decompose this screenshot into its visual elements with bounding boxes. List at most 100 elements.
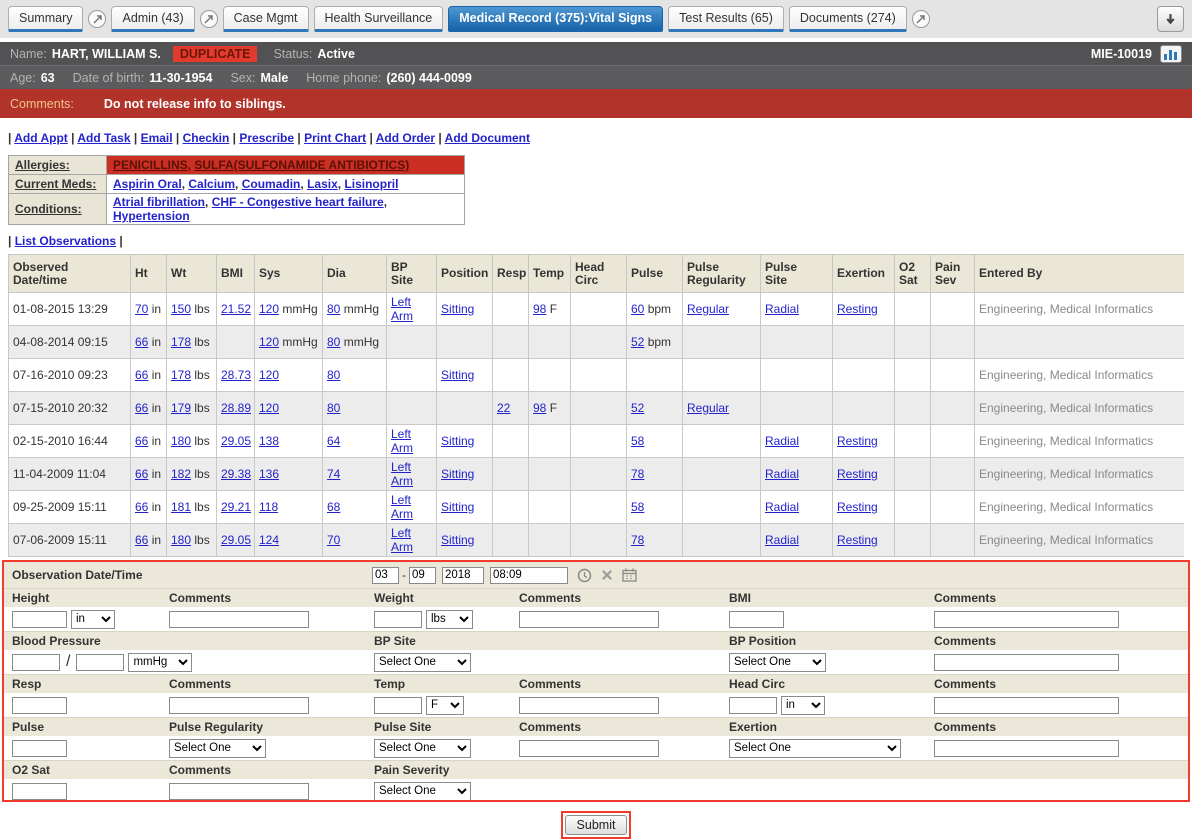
temp-unit-select[interactable]: F xyxy=(426,696,464,715)
submit-button[interactable]: Submit xyxy=(565,815,628,835)
bp-unit-select[interactable]: mmHg xyxy=(128,653,192,672)
height-unit-select[interactable]: in xyxy=(71,610,115,629)
medication-link[interactable]: Calcium xyxy=(188,177,235,191)
obs-value-link[interactable]: 120 xyxy=(259,368,279,382)
head-circ-unit-select[interactable]: in xyxy=(781,696,825,715)
obs-value-link[interactable]: 78 xyxy=(631,467,644,481)
obs-value-link[interactable]: 70 xyxy=(327,533,340,547)
flowsheet-chart-icon[interactable] xyxy=(1160,45,1182,63)
bp-diastolic-input[interactable] xyxy=(76,654,124,671)
exertion-comments-input[interactable] xyxy=(934,740,1119,757)
bmi-input[interactable] xyxy=(729,611,784,628)
exertion-select[interactable]: Select One xyxy=(729,739,901,758)
condition-link[interactable]: CHF - Congestive heart failure xyxy=(212,195,384,209)
popout-icon[interactable] xyxy=(912,10,930,28)
obs-value-link[interactable]: Sitting xyxy=(441,368,474,382)
height-input[interactable] xyxy=(12,611,67,628)
head-circ-input[interactable] xyxy=(729,697,777,714)
obs-value-link[interactable]: Sitting xyxy=(441,302,474,316)
obs-value-link[interactable]: Left Arm xyxy=(391,427,413,455)
medication-link[interactable]: Coumadin xyxy=(242,177,301,191)
date-day-input[interactable] xyxy=(409,567,436,584)
obs-value-link[interactable]: 22 xyxy=(497,401,510,415)
medication-link[interactable]: Aspirin Oral xyxy=(113,177,182,191)
obs-value-link[interactable]: 21.52 xyxy=(221,302,251,316)
tab-test-results-65[interactable]: Test Results (65) xyxy=(668,6,784,32)
obs-value-link[interactable]: 29.05 xyxy=(221,533,251,547)
obs-value-link[interactable]: 29.38 xyxy=(221,467,251,481)
obs-value-link[interactable]: Radial xyxy=(765,467,799,481)
obs-value-link[interactable]: Regular xyxy=(687,302,729,316)
obs-value-link[interactable]: 179 xyxy=(171,401,191,415)
obs-value-link[interactable]: 70 xyxy=(135,302,148,316)
obs-value-link[interactable]: 182 xyxy=(171,467,191,481)
obs-value-link[interactable]: 66 xyxy=(135,500,148,514)
obs-value-link[interactable]: 98 xyxy=(533,401,546,415)
calendar-icon[interactable] xyxy=(622,568,637,582)
obs-value-link[interactable]: 120 xyxy=(259,335,279,349)
action-link-email[interactable]: Email xyxy=(141,131,173,145)
condition-link[interactable]: Atrial fibrillation xyxy=(113,195,205,209)
obs-value-link[interactable]: 80 xyxy=(327,401,340,415)
pulse-site-select[interactable]: Select One xyxy=(374,739,471,758)
obs-value-link[interactable]: Left Arm xyxy=(391,526,413,554)
obs-value-link[interactable]: 29.05 xyxy=(221,434,251,448)
obs-value-link[interactable]: 68 xyxy=(327,500,340,514)
tab-admin-43[interactable]: Admin (43) xyxy=(111,6,194,32)
obs-value-link[interactable]: 138 xyxy=(259,434,279,448)
obs-value-link[interactable]: Sitting xyxy=(441,533,474,547)
obs-value-link[interactable]: 66 xyxy=(135,335,148,349)
pulse-comments-input[interactable] xyxy=(519,740,659,757)
summary-row-label-allergies[interactable]: Allergies: xyxy=(15,158,70,172)
obs-value-link[interactable]: 178 xyxy=(171,368,191,382)
obs-value-link[interactable]: 66 xyxy=(135,533,148,547)
o2-sat-input[interactable] xyxy=(12,783,67,800)
obs-value-link[interactable]: Resting xyxy=(837,434,878,448)
obs-value-link[interactable]: Left Arm xyxy=(391,295,413,323)
obs-value-link[interactable]: Radial xyxy=(765,434,799,448)
obs-value-link[interactable]: Regular xyxy=(687,401,729,415)
bp-comments-input[interactable] xyxy=(934,654,1119,671)
summary-row-label-current-meds[interactable]: Current Meds: xyxy=(15,177,96,191)
bp-systolic-input[interactable] xyxy=(12,654,60,671)
action-link-checkin[interactable]: Checkin xyxy=(183,131,230,145)
medication-link[interactable]: Lisinopril xyxy=(344,177,398,191)
obs-value-link[interactable]: 28.89 xyxy=(221,401,251,415)
obs-value-link[interactable]: Left Arm xyxy=(391,460,413,488)
obs-value-link[interactable]: 118 xyxy=(259,500,278,514)
obs-value-link[interactable]: 98 xyxy=(533,302,546,316)
obs-value-link[interactable]: Sitting xyxy=(441,500,474,514)
obs-value-link[interactable]: Left Arm xyxy=(391,493,413,521)
obs-value-link[interactable]: Resting xyxy=(837,467,878,481)
obs-value-link[interactable]: 180 xyxy=(171,533,191,547)
obs-value-link[interactable]: 66 xyxy=(135,401,148,415)
obs-value-link[interactable]: 178 xyxy=(171,335,191,349)
popout-icon[interactable] xyxy=(88,10,106,28)
obs-value-link[interactable]: Radial xyxy=(765,500,799,514)
action-link-add-appt[interactable]: Add Appt xyxy=(14,131,68,145)
o2-sat-comments-input[interactable] xyxy=(169,783,309,800)
date-year-input[interactable] xyxy=(442,567,484,584)
allergy-link[interactable]: PENICILLINS xyxy=(113,158,188,172)
summary-row-label-conditions[interactable]: Conditions: xyxy=(15,202,82,216)
time-input[interactable] xyxy=(490,567,568,584)
obs-value-link[interactable]: Resting xyxy=(837,533,878,547)
action-link-prescribe[interactable]: Prescribe xyxy=(239,131,294,145)
obs-value-link[interactable]: 80 xyxy=(327,302,340,316)
obs-value-link[interactable]: 150 xyxy=(171,302,191,316)
duplicate-badge[interactable]: DUPLICATE xyxy=(173,46,258,62)
obs-value-link[interactable]: Resting xyxy=(837,500,878,514)
obs-value-link[interactable]: 74 xyxy=(327,467,340,481)
tab-medical-record-375-vital-signs[interactable]: Medical Record (375):Vital Signs xyxy=(448,6,663,32)
date-month-input[interactable] xyxy=(372,567,399,584)
obs-value-link[interactable]: 28.73 xyxy=(221,368,251,382)
tab-case-mgmt[interactable]: Case Mgmt xyxy=(223,6,309,32)
pain-severity-select[interactable]: Select One xyxy=(374,782,471,801)
height-comments-input[interactable] xyxy=(169,611,309,628)
action-link-print-chart[interactable]: Print Chart xyxy=(304,131,366,145)
obs-value-link[interactable]: 64 xyxy=(327,434,340,448)
bp-site-select[interactable]: Select One xyxy=(374,653,471,672)
obs-value-link[interactable]: Radial xyxy=(765,302,799,316)
obs-value-link[interactable]: 66 xyxy=(135,368,148,382)
clock-icon[interactable] xyxy=(577,568,592,583)
